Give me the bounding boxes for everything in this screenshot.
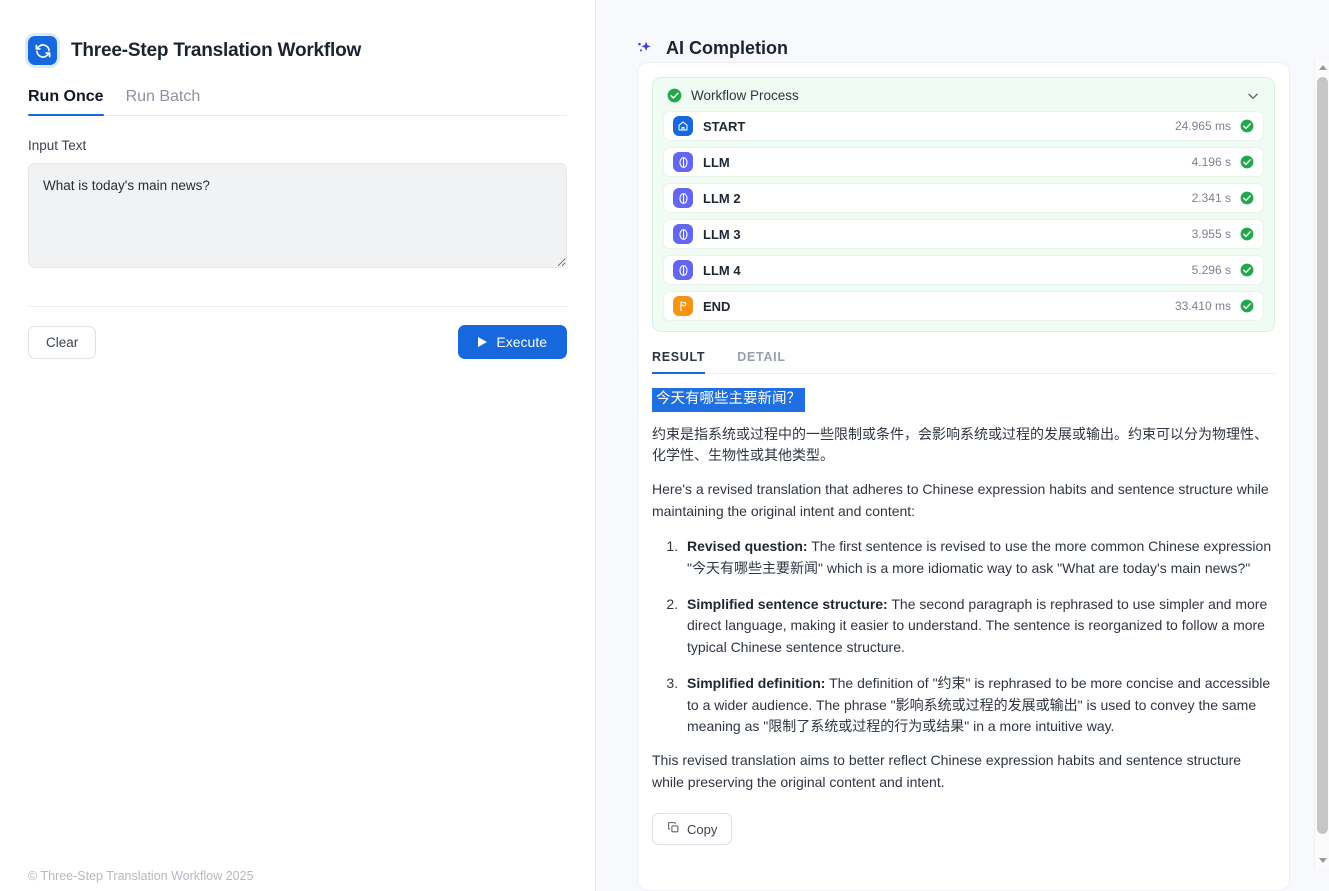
footer-copyright: © Three-Step Translation Workflow 2025	[28, 869, 254, 883]
vertical-scrollbar[interactable]	[1314, 60, 1329, 868]
list-item: Revised question: The first sentence is …	[682, 536, 1275, 579]
highlighted-translation-wrap: 今天有哪些主要新闻？	[652, 388, 1275, 412]
workflow-process-panel: Workflow Process START 2	[652, 77, 1275, 332]
explanation-list: Revised question: The first sentence is …	[652, 536, 1275, 737]
list-item-title: Revised question:	[687, 538, 808, 554]
scroll-up-button[interactable]	[1315, 60, 1329, 75]
node-duration: 2.341 s	[1192, 191, 1231, 205]
outro-paragraph: This revised translation aims to better …	[652, 750, 1275, 793]
check-circle-icon	[1240, 191, 1254, 205]
node-label: END	[703, 299, 1175, 314]
chevron-up-icon	[1319, 65, 1327, 70]
check-circle-icon	[1240, 263, 1254, 277]
node-label: LLM 4	[703, 263, 1192, 278]
check-circle-icon	[667, 88, 682, 103]
copy-icon	[667, 821, 680, 837]
workflow-node-end[interactable]: END 33.410 ms	[663, 291, 1264, 321]
result-detail-tabs: RESULT DETAIL	[652, 350, 1275, 374]
copy-button-label: Copy	[687, 822, 717, 837]
node-label: LLM	[703, 155, 1192, 170]
tab-run-batch[interactable]: Run Batch	[126, 88, 201, 115]
scroll-down-button[interactable]	[1315, 853, 1329, 868]
input-text-field[interactable]	[28, 163, 567, 268]
ai-completion-header: AI Completion	[596, 0, 1329, 59]
node-duration: 24.965 ms	[1175, 119, 1231, 133]
copy-button[interactable]: Copy	[652, 813, 732, 845]
node-label: LLM 3	[703, 227, 1192, 242]
list-item: Simplified definition: The definition of…	[682, 673, 1275, 737]
node-duration: 4.196 s	[1192, 155, 1231, 169]
play-icon	[478, 337, 487, 347]
input-text-wrap	[28, 163, 567, 273]
list-item-title: Simplified definition:	[687, 675, 825, 691]
llm-icon	[673, 188, 693, 208]
home-icon	[673, 116, 693, 136]
tab-result[interactable]: RESULT	[652, 350, 705, 373]
node-duration: 3.955 s	[1192, 227, 1231, 241]
check-circle-icon	[1240, 227, 1254, 241]
check-circle-icon	[1240, 119, 1254, 133]
tab-detail[interactable]: DETAIL	[737, 350, 785, 373]
mode-tabs: Run Once Run Batch	[28, 88, 567, 116]
sync-refresh-icon	[28, 36, 57, 65]
chevron-down-icon[interactable]	[1246, 89, 1260, 103]
flag-end-icon	[673, 296, 693, 316]
workflow-node-list: START 24.965 ms LLM 4.196 s	[653, 111, 1274, 321]
workflow-node-llm-3[interactable]: LLM 3 3.955 s	[663, 219, 1264, 249]
intro-paragraph: Here's a revised translation that adhere…	[652, 479, 1275, 522]
workflow-process-title: Workflow Process	[691, 88, 1246, 103]
clear-button[interactable]: Clear	[28, 326, 96, 359]
workflow-node-llm-2[interactable]: LLM 2 2.341 s	[663, 183, 1264, 213]
highlighted-translation: 今天有哪些主要新闻？	[652, 388, 805, 412]
page-title: Three-Step Translation Workflow	[71, 40, 361, 62]
ai-completion-title: AI Completion	[666, 38, 788, 59]
result-card: Workflow Process START 2	[637, 62, 1290, 891]
llm-icon	[673, 224, 693, 244]
app-root: Three-Step Translation Workflow Run Once…	[0, 0, 1329, 891]
check-circle-icon	[1240, 155, 1254, 169]
input-text-label: Input Text	[28, 138, 595, 153]
workflow-node-llm-4[interactable]: LLM 4 5.296 s	[663, 255, 1264, 285]
result-content: 今天有哪些主要新闻？ 约束是指系统或过程中的一些限制或条件，会影响系统或过程的发…	[638, 374, 1289, 793]
brand: Three-Step Translation Workflow	[0, 0, 595, 65]
action-bar: Clear Execute	[28, 325, 567, 359]
llm-icon	[673, 152, 693, 172]
left-panel: Three-Step Translation Workflow Run Once…	[0, 0, 596, 891]
workflow-node-start[interactable]: START 24.965 ms	[663, 111, 1264, 141]
list-item-title: Simplified sentence structure:	[687, 596, 888, 612]
sparkle-icon	[634, 39, 654, 59]
node-label: START	[703, 119, 1175, 134]
node-label: LLM 2	[703, 191, 1192, 206]
execute-button-label: Execute	[496, 334, 547, 350]
node-duration: 5.296 s	[1192, 263, 1231, 277]
tab-run-once[interactable]: Run Once	[28, 88, 104, 115]
list-item: Simplified sentence structure: The secon…	[682, 594, 1275, 658]
actions-divider	[28, 306, 567, 307]
check-circle-icon	[1240, 299, 1254, 313]
scrollbar-thumb[interactable]	[1317, 77, 1328, 834]
workflow-process-header[interactable]: Workflow Process	[653, 78, 1274, 111]
chevron-down-icon	[1319, 858, 1327, 863]
workflow-node-llm[interactable]: LLM 4.196 s	[663, 147, 1264, 177]
node-duration: 33.410 ms	[1175, 299, 1231, 313]
chinese-paragraph: 约束是指系统或过程中的一些限制或条件，会影响系统或过程的发展或输出。约束可以分为…	[652, 424, 1275, 467]
execute-button[interactable]: Execute	[458, 325, 567, 359]
llm-icon	[673, 260, 693, 280]
